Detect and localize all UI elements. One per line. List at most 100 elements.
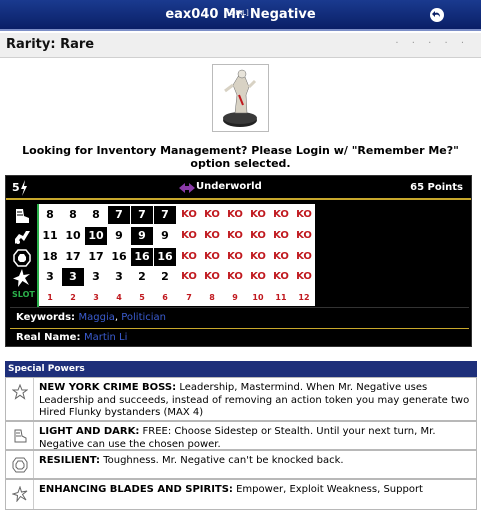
dial-cell: 9 bbox=[108, 227, 130, 245]
dial-cell: KO bbox=[201, 206, 223, 224]
dial-cell: KO bbox=[178, 206, 200, 224]
point-value: 65 Points bbox=[410, 182, 463, 193]
dial-cell: 7 bbox=[154, 206, 176, 224]
dial-cell: 9 bbox=[131, 227, 153, 245]
dial-link[interactable]: [DIAL] bbox=[3, 9, 473, 17]
dial-cell: 3 bbox=[39, 268, 61, 286]
click-number: 7 bbox=[186, 293, 192, 302]
damage-icon bbox=[13, 269, 30, 287]
dial-cell: KO bbox=[224, 227, 246, 245]
dial-cell: KO bbox=[247, 248, 269, 266]
power-text: LIGHT AND DARK: FREE: Choose Sidestep or… bbox=[39, 426, 470, 451]
power-name: ENHANCING BLADES AND SPIRITS: bbox=[39, 484, 233, 495]
power-description: Empower, Exploit Weakness, Support bbox=[232, 484, 423, 495]
dial-cell: KO bbox=[178, 248, 200, 266]
keywords-label: Keywords: bbox=[16, 312, 76, 323]
click-number: 2 bbox=[70, 293, 76, 302]
power-description: Toughness. Mr. Negative can't be knocked… bbox=[100, 455, 344, 466]
dial-cell: KO bbox=[293, 206, 315, 224]
dial-cell: 3 bbox=[85, 268, 107, 286]
power-row: NEW YORK CRIME BOSS: Leadership, Masterm… bbox=[5, 377, 477, 421]
keyword-link-politician[interactable]: Politician bbox=[121, 312, 166, 323]
power-icon-cell bbox=[6, 451, 34, 478]
real-name-label: Real Name: bbox=[16, 332, 81, 343]
dial-cell: 8 bbox=[62, 206, 84, 224]
dial-cell: 17 bbox=[62, 248, 84, 266]
figure-picture bbox=[223, 69, 257, 127]
dial-cell: KO bbox=[224, 268, 246, 286]
dial-cell: KO bbox=[201, 227, 223, 245]
rarity-label: Rarity: Rare bbox=[6, 37, 95, 52]
dial-cell: 16 bbox=[154, 248, 176, 266]
figure-card: 5 Underworld 65 Points SLOT 8 8 8 7 7 7 KO KO KO… bbox=[5, 175, 472, 347]
real-name-row: Real Name: Martin Li bbox=[10, 328, 469, 346]
power-icon-cell bbox=[6, 422, 34, 449]
power-row: RESILIENT: Toughness. Mr. Negative can't… bbox=[5, 450, 477, 479]
dial-cell: KO bbox=[247, 206, 269, 224]
dial-cell: 17 bbox=[85, 248, 107, 266]
dial-cell: KO bbox=[178, 227, 200, 245]
slot-label: SLOT bbox=[12, 290, 35, 299]
power-text: NEW YORK CRIME BOSS: Leadership, Masterm… bbox=[39, 382, 470, 420]
dial-cell: 16 bbox=[131, 248, 153, 266]
point-prefix: 5 bbox=[12, 181, 20, 194]
speed-boot-icon bbox=[14, 429, 27, 443]
dial-cell: 10 bbox=[62, 227, 84, 245]
rarity-row: Rarity: Rare · · · · · bbox=[0, 33, 481, 58]
click-number: 4 bbox=[116, 293, 122, 302]
dial-cell: 9 bbox=[154, 227, 176, 245]
power-text: ENHANCING BLADES AND SPIRITS: Empower, E… bbox=[39, 484, 470, 497]
click-number: 3 bbox=[93, 293, 99, 302]
underworld-team-icon bbox=[179, 183, 195, 193]
dial-cell: KO bbox=[293, 227, 315, 245]
dial-cell: KO bbox=[224, 248, 246, 266]
dial-cell: KO bbox=[293, 268, 315, 286]
dial-cell: 10 bbox=[85, 227, 107, 245]
dial-cell: KO bbox=[247, 268, 269, 286]
shield-icon bbox=[12, 457, 28, 473]
dial-cell: KO bbox=[270, 268, 292, 286]
figure-image[interactable] bbox=[212, 64, 269, 132]
bolt-icon bbox=[21, 180, 27, 196]
click-number: 9 bbox=[232, 293, 238, 302]
dial-cell: 3 bbox=[108, 268, 130, 286]
dial-cell: 18 bbox=[39, 248, 61, 266]
defense-icon bbox=[13, 249, 31, 267]
click-number: 5 bbox=[139, 293, 145, 302]
dial-cell: 16 bbox=[108, 248, 130, 266]
dial-cell: KO bbox=[293, 248, 315, 266]
real-name-link[interactable]: Martin Li bbox=[84, 332, 127, 343]
power-row: LIGHT AND DARK: FREE: Choose Sidestep or… bbox=[5, 421, 477, 450]
power-icon-cell bbox=[6, 378, 34, 420]
inventory-notice: Looking for Inventory Management? Please… bbox=[22, 144, 459, 170]
dial-cell: 2 bbox=[154, 268, 176, 286]
attack-icon bbox=[15, 231, 30, 244]
click-number: 10 bbox=[252, 293, 264, 302]
dial-cell: 8 bbox=[39, 206, 61, 224]
dial-cell: KO bbox=[270, 248, 292, 266]
click-number: 11 bbox=[275, 293, 287, 302]
keywords-row: Keywords: Maggia, Politician bbox=[10, 307, 469, 327]
rating-dots[interactable]: · · · · · bbox=[395, 38, 469, 49]
dial-cell: 3 bbox=[62, 268, 84, 286]
dial-cell: KO bbox=[224, 206, 246, 224]
dial-cell: 7 bbox=[131, 206, 153, 224]
click-number: 1 bbox=[47, 293, 53, 302]
dial-cell: KO bbox=[201, 248, 223, 266]
dial-cell: KO bbox=[201, 268, 223, 286]
click-number: 6 bbox=[162, 293, 168, 302]
power-row: ENHANCING BLADES AND SPIRITS: Empower, E… bbox=[5, 479, 477, 510]
star-icon bbox=[12, 384, 28, 400]
click-number: 12 bbox=[298, 293, 310, 302]
power-name: RESILIENT: bbox=[39, 455, 101, 466]
dial-cell: 8 bbox=[85, 206, 107, 224]
click-number: 8 bbox=[209, 293, 215, 302]
burst-icon bbox=[12, 486, 28, 502]
dial-cell: 2 bbox=[131, 268, 153, 286]
speed-icon bbox=[16, 209, 29, 223]
card-header: 5 Underworld 65 Points bbox=[6, 176, 471, 200]
power-text: RESILIENT: Toughness. Mr. Negative can't… bbox=[39, 455, 470, 468]
dial-cell: KO bbox=[247, 227, 269, 245]
keyword-link-maggia[interactable]: Maggia bbox=[79, 312, 115, 323]
power-name: NEW YORK CRIME BOSS: bbox=[39, 382, 177, 393]
